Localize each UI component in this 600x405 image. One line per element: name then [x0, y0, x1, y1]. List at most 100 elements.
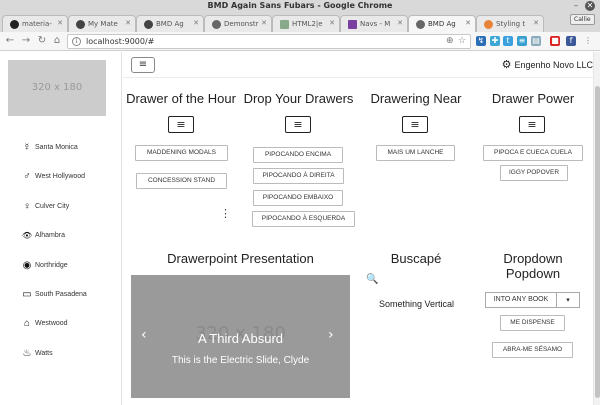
drawering-near-menu-button[interactable]: ≡ [402, 116, 428, 133]
tab-0[interactable]: materia- ✕ [2, 15, 68, 32]
chevron-right-icon[interactable]: › [328, 327, 334, 343]
back-button[interactable]: ← [4, 35, 16, 47]
drop-drawers-menu-button[interactable]: ≡ [285, 116, 311, 133]
chevron-down-icon[interactable]: ▾ [556, 292, 580, 308]
window-title: BMD Again Sans Fubars - Google Chrome [207, 1, 393, 10]
drawer-hour-menu-button[interactable]: ≡ [168, 116, 194, 133]
gear-icon [416, 20, 425, 29]
brand-label: Engenho Novo LLC [514, 60, 593, 70]
url-text[interactable]: localhost:9000/# [86, 37, 154, 46]
sidebar-item-alhambra[interactable]: 👁 Alhambra [20, 227, 118, 243]
extension-icon[interactable]: ▤ [531, 36, 541, 46]
close-icon[interactable]: ✕ [125, 19, 131, 27]
brand[interactable]: ⚙ Engenho Novo LLC [502, 58, 593, 71]
sidebar-item-label: Alhambra [35, 231, 65, 239]
extension-icon[interactable]: ↯ [476, 36, 486, 46]
extension-icon[interactable]: ✚ [490, 36, 500, 46]
browser-toolbar: ← → ↻ ⌂ i localhost:9000/# ⊕ ☆ ↯ ✚ t ≡ ▤… [0, 32, 600, 51]
close-icon[interactable]: ✕ [397, 19, 403, 27]
sidebar-item-santa-monica[interactable]: ☿ Santa Monica [20, 139, 118, 155]
tab-5[interactable]: Navs - M ✕ [340, 15, 408, 32]
sidebar-item-west-hollywood[interactable]: ♂ West Hollywood [20, 168, 118, 184]
close-icon[interactable]: ✕ [465, 19, 471, 27]
drop-drawers-title: Drop Your Drawers [243, 91, 354, 106]
tab-7[interactable]: Styling t ✕ [476, 15, 544, 32]
extension-icon[interactable]: ■ [550, 36, 560, 46]
zoom-icon[interactable]: ⊕ [446, 36, 454, 46]
abra-me-sesamo-button[interactable]: ABRA-ME SÉSAMO [492, 342, 573, 358]
close-icon[interactable]: ✕ [329, 19, 335, 27]
chrome-menu-icon[interactable]: ⋮ [583, 36, 593, 46]
forward-button[interactable]: → [20, 35, 32, 47]
buscape-title: Buscapé [390, 251, 442, 266]
twitter-icon[interactable]: t [503, 36, 513, 46]
page-scrollbar[interactable] [593, 52, 600, 405]
orange-icon [484, 20, 493, 29]
buffer-icon[interactable]: ≡ [517, 36, 527, 46]
menu-button[interactable]: ≡ [131, 57, 155, 73]
close-icon[interactable]: ✕ [193, 19, 199, 27]
home-button[interactable]: ⌂ [51, 35, 63, 47]
pipocando-encima-button[interactable]: PIPOCANDO ENCIMA [253, 147, 343, 163]
tab-6[interactable]: BMD Ag ✕ [408, 15, 476, 32]
mars-icon: ♂ [23, 170, 31, 182]
reload-button[interactable]: ↻ [36, 35, 48, 47]
sidebar-item-label: Westwood [35, 319, 68, 327]
gear-icon: ⚙ [501, 59, 512, 71]
pipocando-direita-button[interactable]: PIPOCANDO À DIREITA [253, 168, 344, 184]
tab-strip: materia- ✕ My Mate ✕ BMD Ag ✕ Demonstr ✕… [0, 12, 600, 32]
app-sidebar: 320 x 180 ☿ Santa Monica ♂ West Hollywoo… [0, 52, 122, 405]
search-icon[interactable]: 🔍 [366, 274, 378, 285]
into-any-book-button[interactable]: INTO ANY BOOK [485, 292, 556, 308]
pipocando-esquerda-button[interactable]: PIPOCANDO À ESQUERDA [252, 211, 355, 227]
sidebar-item-label: Northridge [35, 261, 68, 269]
tab-label: Demonstr [224, 20, 259, 28]
more-vert-icon[interactable]: ⋮ [220, 207, 231, 220]
address-bar[interactable]: i localhost:9000/# ⊕ ☆ [67, 34, 471, 49]
tab-label: HTML2|e [292, 20, 323, 28]
iggy-popover-button[interactable]: IGGY POPOVER [500, 165, 568, 181]
sidebar-item-culver-city[interactable]: ♀ Culver City [20, 198, 118, 214]
sidebar-placeholder-image: 320 x 180 [8, 60, 106, 116]
sidebar-item-watts[interactable]: ♨ Watts [20, 345, 118, 361]
venus-icon: ♀ [23, 200, 31, 212]
sidebar-item-south-pasadena[interactable]: ▭ South Pasadena [20, 286, 118, 302]
pipoca-cueca-button[interactable]: PIPOCA E CUECA CUELA [483, 145, 583, 161]
carousel-subcaption: This is the Electric Slide, Clyde [171, 355, 310, 366]
close-window-button[interactable]: ✕ [585, 1, 595, 11]
window-titlebar: BMD Again Sans Fubars - Google Chrome – … [0, 0, 600, 12]
eye-icon: 👁 [21, 230, 33, 240]
close-icon[interactable]: ✕ [261, 19, 267, 27]
minimize-button[interactable]: – [571, 1, 581, 11]
tab-4[interactable]: HTML2|e ✕ [272, 15, 340, 32]
bookmark-star-icon[interactable]: ☆ [458, 36, 466, 46]
tab-label: BMD Ag [156, 20, 184, 28]
bank-icon: ⌂ [23, 317, 31, 329]
tab-2[interactable]: BMD Ag ✕ [136, 15, 204, 32]
sidebar-item-label: South Pasadena [35, 290, 87, 298]
github-icon [10, 20, 19, 29]
concession-stand-button[interactable]: CONCESSION STAND [136, 173, 227, 189]
drawer-hour-title: Drawer of the Hour [126, 91, 236, 106]
radiation-icon [144, 20, 153, 29]
purple-square-icon [348, 20, 357, 29]
chevron-left-icon[interactable]: ‹ [141, 327, 147, 343]
presentation-carousel[interactable]: 320 x 180 A Third Absurd This is the Ele… [131, 275, 350, 398]
close-icon[interactable]: ✕ [57, 19, 63, 27]
tab-1[interactable]: My Mate ✕ [68, 15, 136, 32]
facebook-icon[interactable]: f [566, 36, 576, 46]
info-icon[interactable]: i [72, 37, 81, 46]
maddening-modals-button[interactable]: MADDENING MODALS [135, 145, 228, 161]
profile-chip[interactable]: Callie [570, 14, 595, 25]
sidebar-item-northridge[interactable]: ◉ Northridge [20, 257, 118, 273]
sidebar-item-westwood[interactable]: ⌂ Westwood [20, 315, 118, 331]
drawer-power-menu-button[interactable]: ≡ [519, 116, 545, 133]
scrollbar-thumb[interactable] [595, 86, 600, 398]
close-icon[interactable]: ✕ [533, 19, 539, 27]
mais-um-lanche-button[interactable]: MAIS UM LANCHE [376, 145, 455, 161]
tab-3[interactable]: Demonstr ✕ [204, 15, 272, 32]
pipocando-embaixo-button[interactable]: PIPOCANDO EMBAIXO [253, 190, 343, 206]
tab-label: materia- [22, 20, 52, 28]
me-dispense-button[interactable]: ME DISPENSE [500, 315, 565, 331]
sidebar-item-label: Santa Monica [35, 143, 78, 151]
